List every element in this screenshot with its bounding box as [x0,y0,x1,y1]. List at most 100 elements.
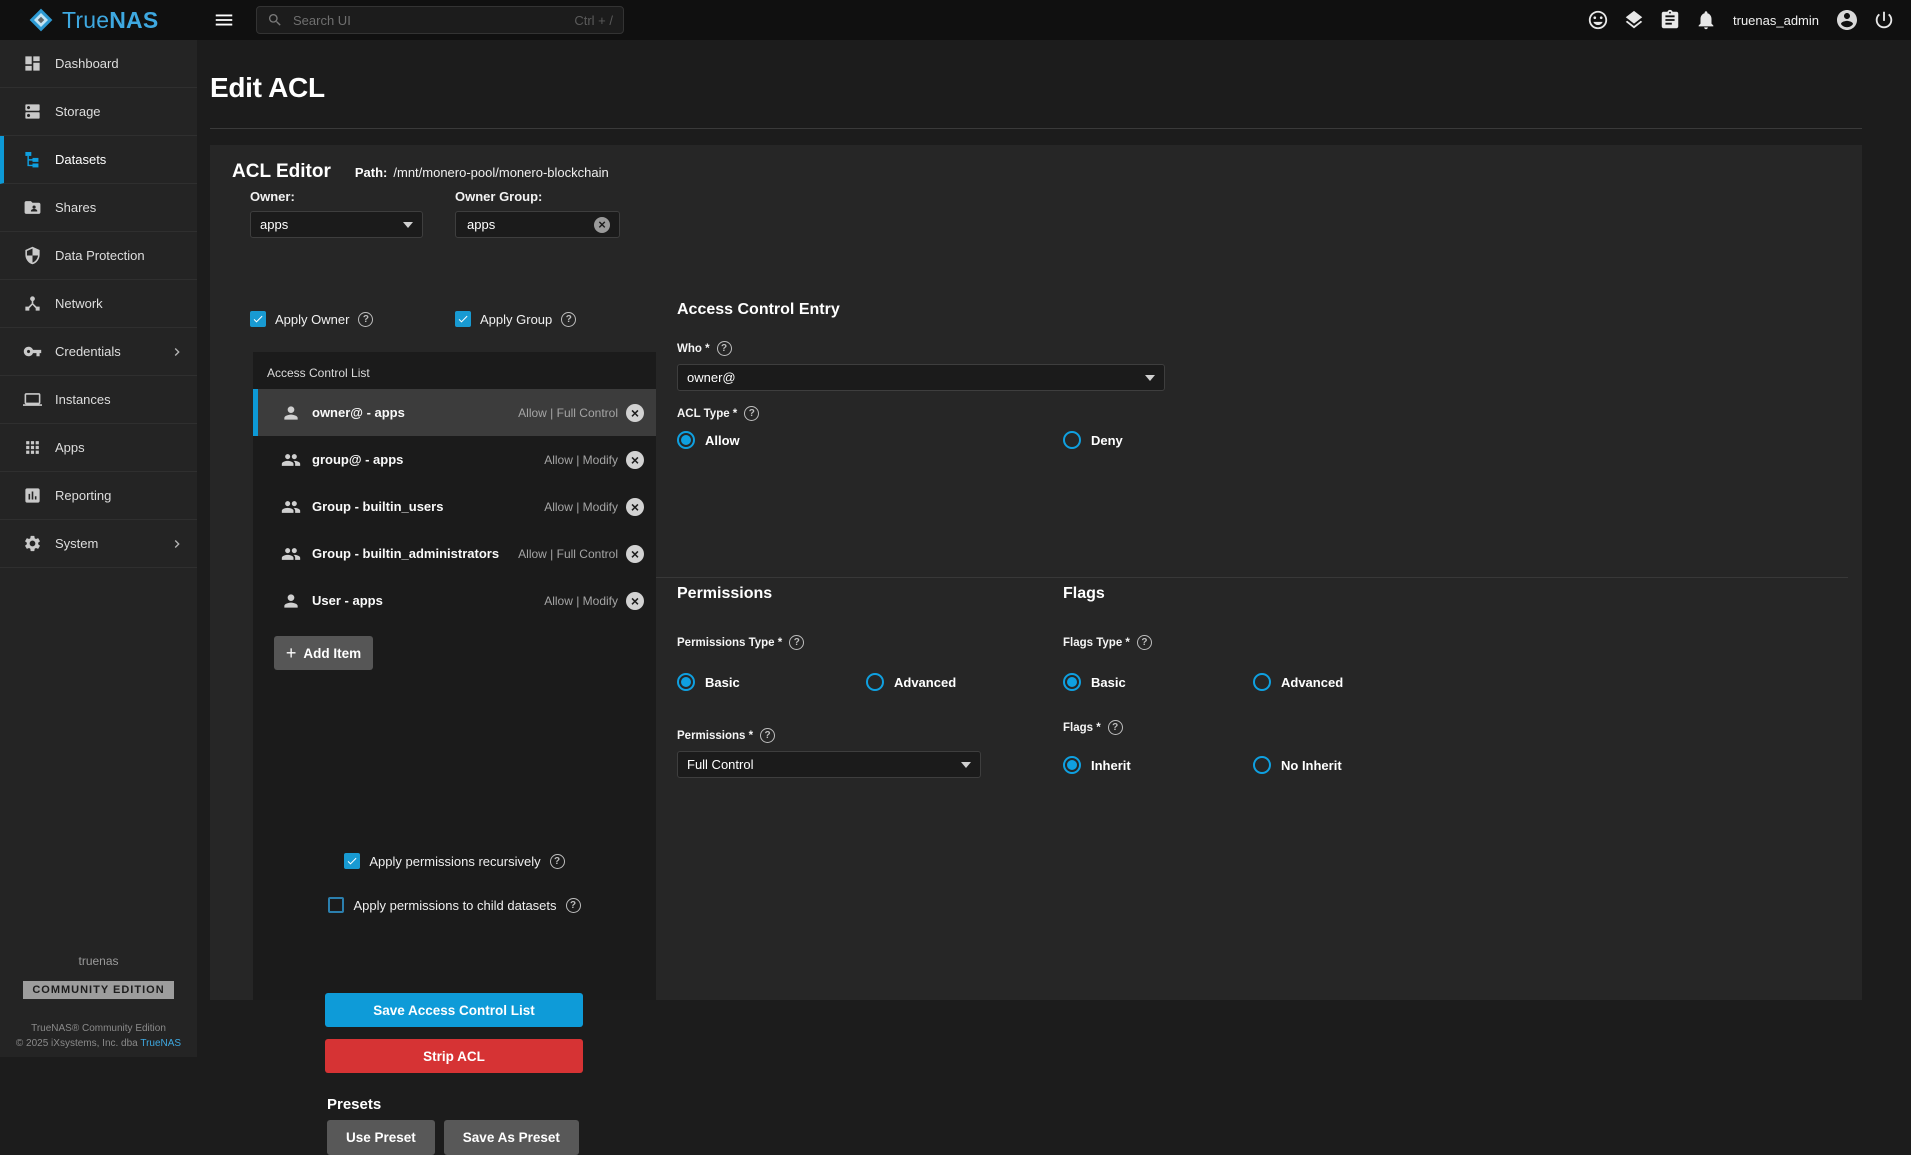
delete-entry-icon[interactable] [626,404,644,422]
help-icon[interactable] [760,728,775,743]
sidebar-item-data-protection[interactable]: Data Protection [0,232,197,280]
global-search[interactable]: Ctrl + / [256,6,624,34]
delete-entry-icon[interactable] [626,451,644,469]
help-icon[interactable] [717,341,732,356]
power-menu-button[interactable] [1873,9,1895,31]
acl-entry-row[interactable]: owner@ - apps Allow | Full Control [253,389,656,436]
sidebar-item-instances[interactable]: Instances [0,376,197,424]
help-icon[interactable] [1108,720,1123,735]
acl-list-panel: Access Control List owner@ - apps Allow … [253,352,656,1000]
permissions-select[interactable]: Full Control [677,751,981,778]
brand-text: TrueNAS [62,7,158,34]
owner-group-label: Owner Group: [455,189,620,204]
acl-type-label: ACL Type * [677,406,759,421]
search-input[interactable] [291,12,574,29]
use-preset-button[interactable]: Use Preset [327,1120,435,1155]
flags-type-advanced-radio[interactable]: Advanced [1253,673,1343,691]
sidebar-item-storage[interactable]: Storage [0,88,197,136]
smiley-icon [1587,9,1609,31]
acl-entry-row[interactable]: Group - builtin_users Allow | Modify [253,483,656,530]
dataset-path: Path:/mnt/monero-pool/monero-blockchain [355,165,609,180]
apply-to-children-group: Apply permissions to child datasets [328,897,580,913]
apply-owner-checkbox-group: Apply Owner [250,311,455,327]
delete-entry-icon[interactable] [626,592,644,610]
apply-owner-checkbox[interactable] [250,311,266,327]
help-icon[interactable] [561,312,576,327]
permissions-type-advanced-radio[interactable]: Advanced [866,673,956,691]
help-icon[interactable] [744,406,759,421]
flags-type-basic-radio[interactable]: Basic [1063,673,1126,691]
sidebar-item-apps[interactable]: Apps [0,424,197,472]
jobs-button[interactable] [1659,9,1681,31]
storage-icon [23,102,42,121]
help-icon[interactable] [358,312,373,327]
owner-field: Owner: apps [250,189,423,238]
acl-type-allow-radio[interactable]: Allow [677,431,740,449]
sidebar-item-credentials[interactable]: Credentials [0,328,197,376]
who-select[interactable]: owner@ [677,364,1165,391]
user-icon [281,403,301,423]
truecommand-button[interactable] [1623,9,1645,31]
bar-chart-icon [23,486,42,505]
group-icon [281,450,301,470]
sidebar-item-dashboard[interactable]: Dashboard [0,40,197,88]
apply-recursively-checkbox[interactable] [344,853,360,869]
edition-badge: COMMUNITY EDITION [23,981,173,999]
chevron-right-icon [169,536,185,552]
chevron-down-icon [961,762,971,768]
acl-entry-row[interactable]: group@ - apps Allow | Modify [253,436,656,483]
save-as-preset-button[interactable]: Save As Preset [444,1120,579,1155]
sidebar-item-network[interactable]: Network [0,280,197,328]
acl-type-deny-radio[interactable]: Deny [1063,431,1123,449]
delete-entry-icon[interactable] [626,498,644,516]
apps-grid-icon [23,438,42,457]
truenas-link[interactable]: TrueNAS [140,1038,181,1049]
shield-icon [23,246,42,265]
radio-icon [677,673,695,691]
apply-recursively-group: Apply permissions recursively [344,853,564,869]
delete-entry-icon[interactable] [626,545,644,563]
page-title: Edit ACL [210,72,325,104]
flags-no-inherit-radio[interactable]: No Inherit [1253,756,1342,774]
strip-acl-button[interactable]: Strip ACL [325,1039,583,1073]
apply-to-children-checkbox[interactable] [328,897,344,913]
help-icon[interactable] [566,898,581,913]
flags-section-title: Flags [1063,585,1105,603]
sidebar-item-datasets[interactable]: Datasets [0,136,197,184]
main-content: Edit ACL ACL Editor Path:/mnt/monero-poo… [197,40,1911,1057]
help-icon[interactable] [789,635,804,650]
radio-icon [1063,756,1081,774]
flags-inherit-radio[interactable]: Inherit [1063,756,1131,774]
sidebar-item-shares[interactable]: Shares [0,184,197,232]
gear-icon [23,534,42,553]
clear-icon[interactable] [594,217,610,233]
search-icon [267,12,283,28]
chevron-down-icon [1145,375,1155,381]
help-icon[interactable] [1137,635,1152,650]
dashboard-icon [23,54,42,73]
sidebar-item-system[interactable]: System [0,520,197,568]
truenas-logo[interactable]: TrueNAS [0,7,197,34]
plus-icon [286,644,297,662]
menu-toggle-button[interactable] [213,9,235,31]
owner-select[interactable]: apps [250,211,423,238]
footer-copyright-line: © 2025 iXsystems, Inc. dba TrueNAS [0,1038,197,1049]
save-acl-button[interactable]: Save Access Control List [325,993,583,1027]
acl-entry-row[interactable]: User - apps Allow | Modify [253,577,656,624]
add-item-button[interactable]: Add Item [274,636,373,670]
power-icon [1873,9,1895,31]
check-icon [457,313,469,325]
sidebar-item-reporting[interactable]: Reporting [0,472,197,520]
alerts-button[interactable] [1695,9,1717,31]
footer-edition-line: TrueNAS® Community Edition [0,1023,197,1034]
help-icon[interactable] [550,854,565,869]
radio-icon [677,431,695,449]
acl-entry-row[interactable]: Group - builtin_administrators Allow | F… [253,530,656,577]
apply-group-checkbox[interactable] [455,311,471,327]
user-menu-button[interactable] [1835,8,1859,32]
apply-group-checkbox-group: Apply Group [455,311,576,327]
permissions-type-basic-radio[interactable]: Basic [677,673,740,691]
logged-in-username: truenas_admin [1733,13,1819,28]
owner-group-input[interactable] [465,216,594,233]
feedback-button[interactable] [1587,9,1609,31]
